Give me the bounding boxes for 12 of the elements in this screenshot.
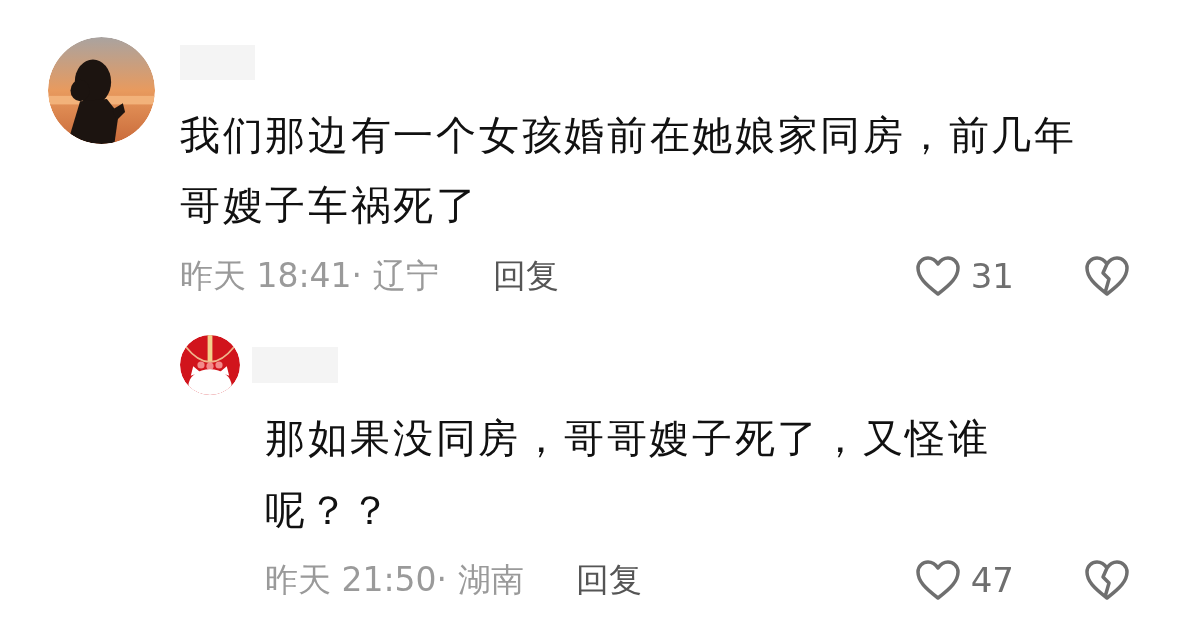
comment-text: 我们那边有一个女孩婚前在她娘家同房，前几年哥嫂子车祸死了 — [180, 111, 1078, 230]
heart-icon[interactable] — [914, 255, 961, 297]
comment-text: 那如果没同房，哥哥嫂子死了，又怪谁呢？？ — [265, 414, 992, 535]
reply-link[interactable]: 回复 — [575, 557, 642, 603]
comment-time-location: 昨天 18:41· 辽宁 — [180, 254, 439, 297]
like-count: 31 — [970, 256, 1014, 296]
reply-link[interactable]: 回复 — [492, 253, 559, 299]
broken-heart-icon[interactable] — [1084, 559, 1130, 601]
broken-heart-icon[interactable] — [1084, 255, 1130, 297]
like-count: 47 — [970, 560, 1014, 600]
comment-time-location: 昨天 21:50· 湖南 — [265, 558, 524, 601]
heart-icon[interactable] — [914, 559, 961, 601]
